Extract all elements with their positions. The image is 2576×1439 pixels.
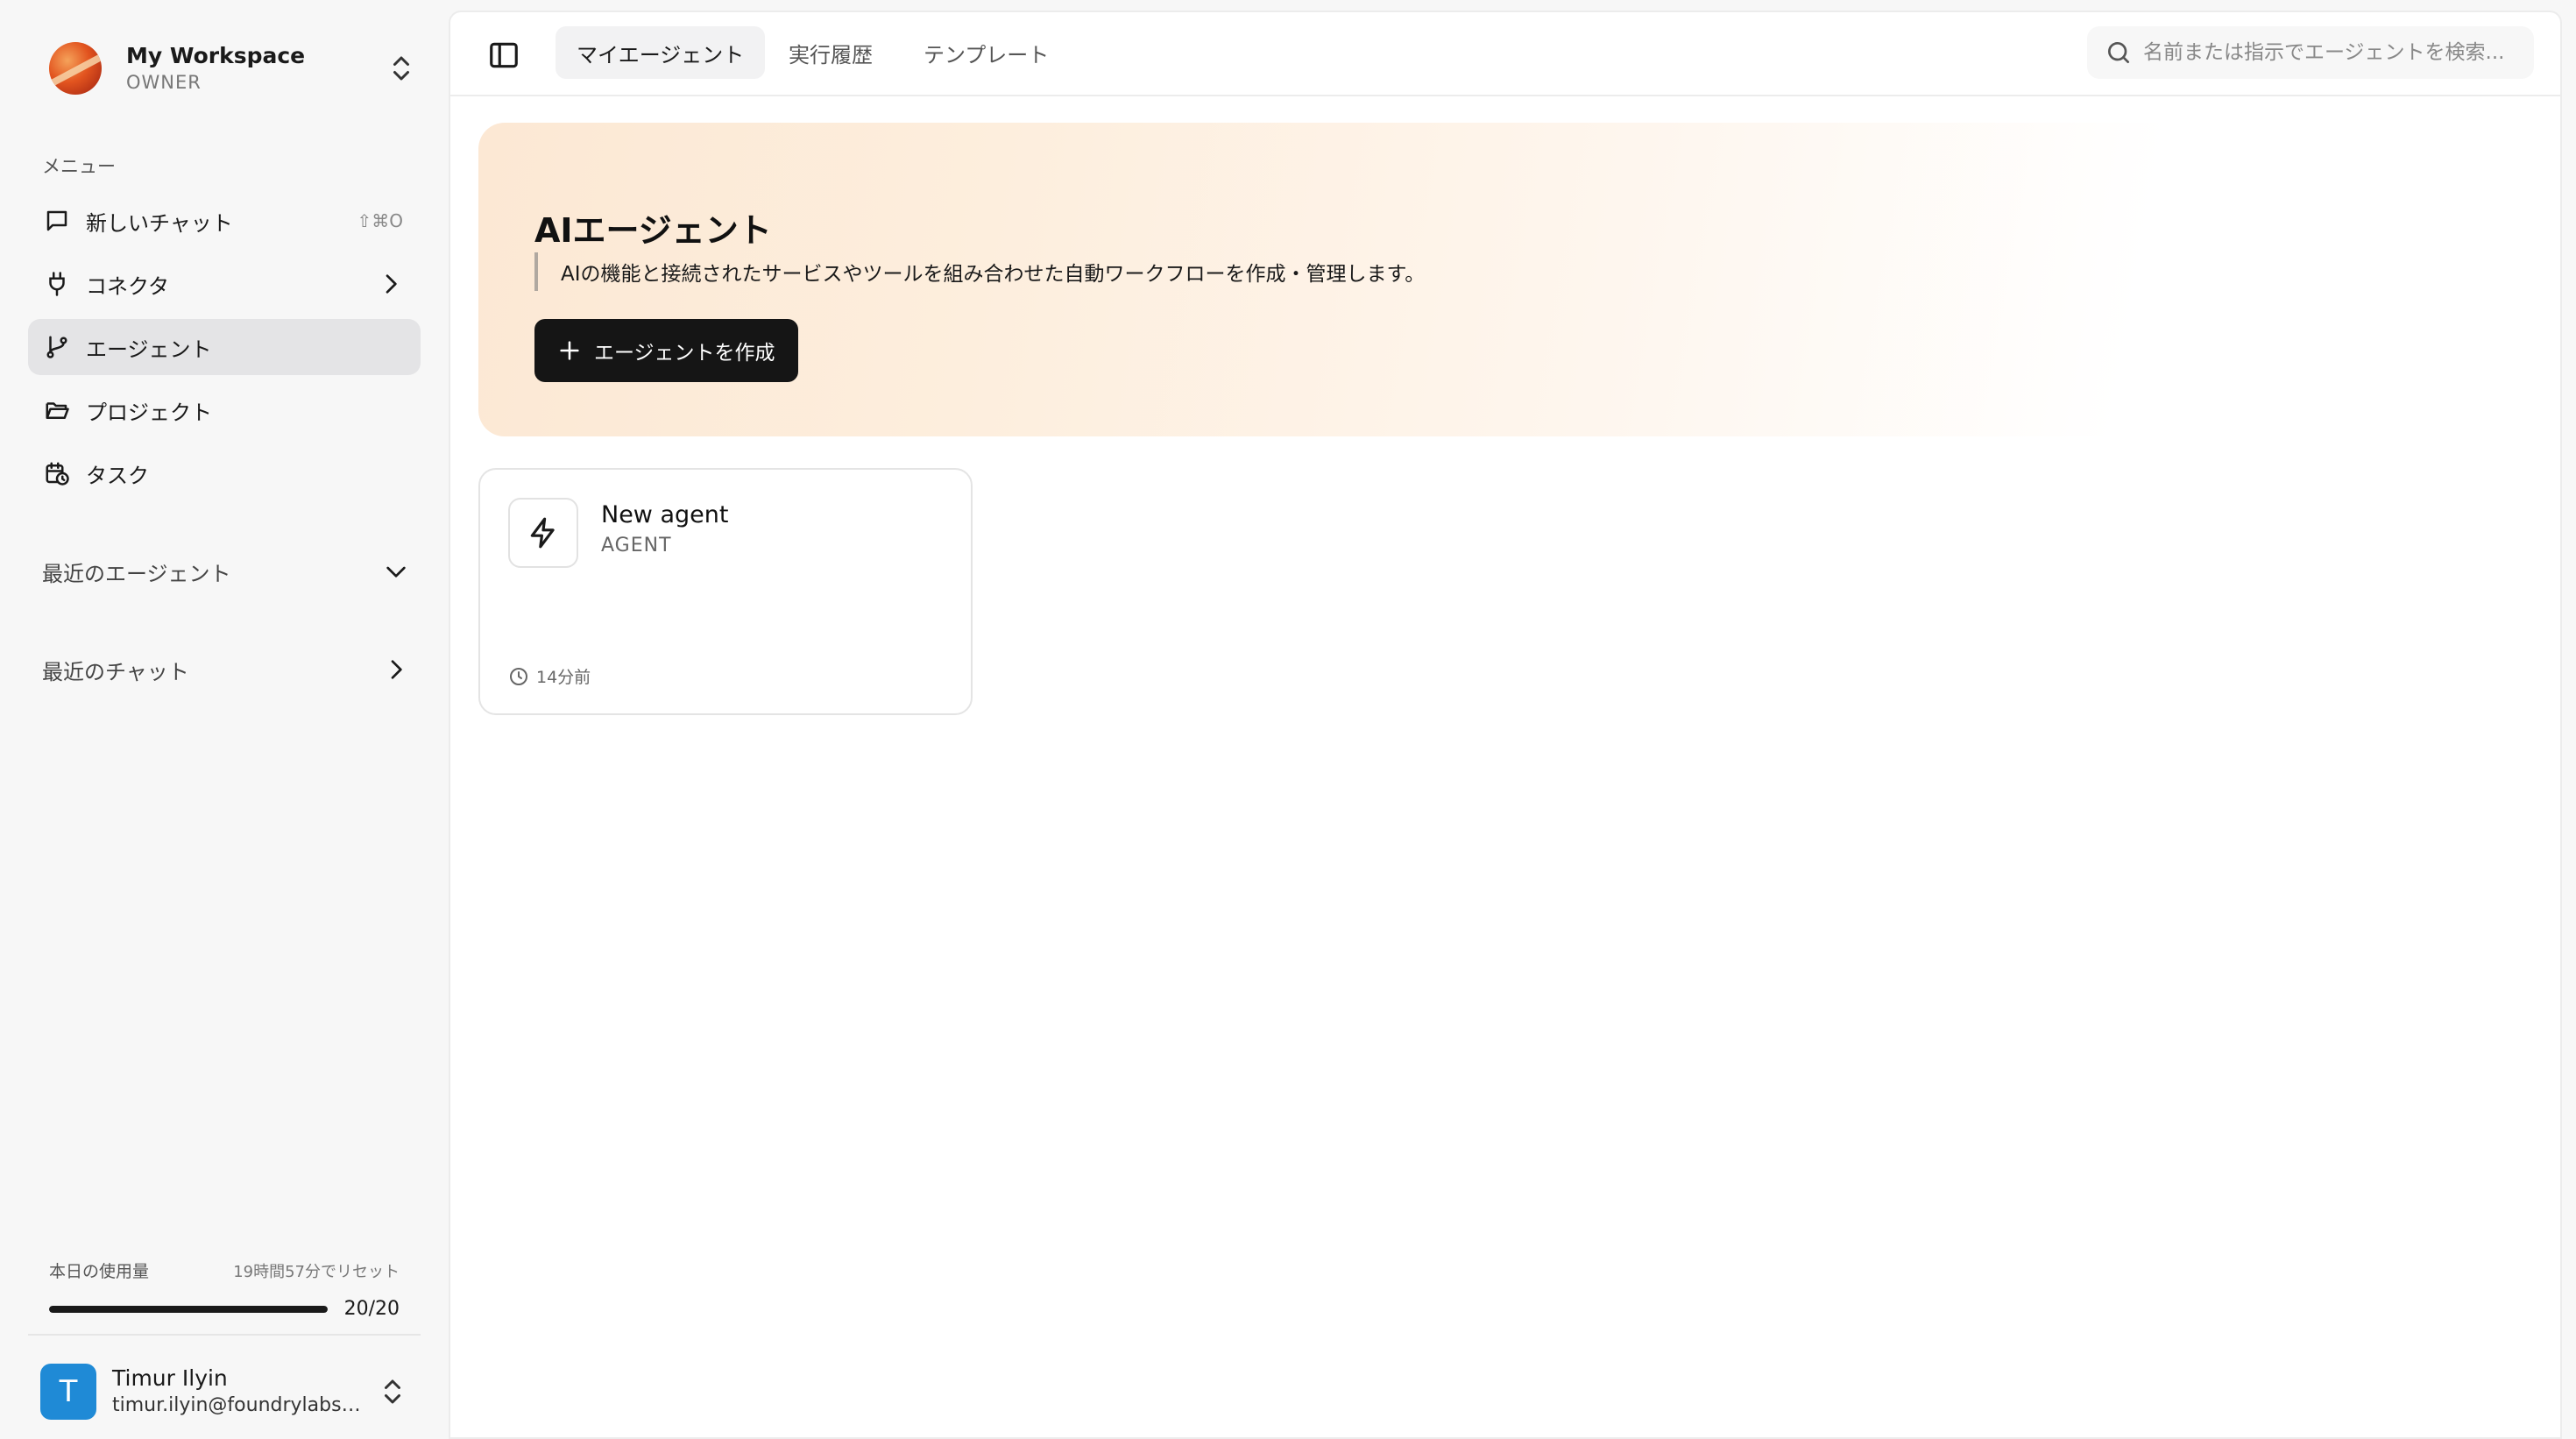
recent-agents-label: 最近のエージェント xyxy=(42,561,231,586)
search-input[interactable] xyxy=(2143,41,2534,64)
chat-bubble-icon xyxy=(42,206,72,236)
agent-time-label: 14分前 xyxy=(536,668,591,687)
create-agent-button[interactable]: エージェントを作成 xyxy=(534,319,798,382)
usage-panel: 本日の使用量 19時間57分でリセット 20/20 xyxy=(49,1258,400,1320)
usage-progress-bar xyxy=(49,1305,328,1313)
plug-icon xyxy=(42,269,72,299)
recent-chats-label: 最近のチャット xyxy=(42,659,189,684)
agent-name: New agent xyxy=(601,501,729,528)
workspace-name: My Workspace xyxy=(126,43,306,68)
page-title: AIエージェント xyxy=(534,211,772,250)
agent-card[interactable]: New agent AGENT 14分前 xyxy=(478,468,973,715)
user-email: timur.ilyin@foundrylabs.c... xyxy=(112,1394,366,1416)
workspace-logo xyxy=(49,42,102,95)
sidebar-item-new-chat[interactable]: 新しいチャット ⇧⌘O xyxy=(28,193,421,249)
usage-count: 20/20 xyxy=(343,1298,400,1320)
branch-icon xyxy=(42,332,72,362)
workspace-role: OWNER xyxy=(126,72,202,93)
page-description: AIの機能と接続されたサービスやツールを組み合わせた自動ワークフローを作成・管理… xyxy=(534,252,1425,291)
usage-label: 本日の使用量 xyxy=(49,1262,150,1281)
calendar-clock-icon xyxy=(42,458,72,488)
sidebar-item-label: プロジェクト xyxy=(86,400,212,425)
plus-icon xyxy=(560,341,579,360)
tab-templates[interactable]: テンプレート xyxy=(902,26,1070,79)
chevron-up-down-icon[interactable] xyxy=(386,53,417,84)
sidebar-divider xyxy=(28,1334,421,1336)
workspace-switcher[interactable]: My Workspace OWNER xyxy=(49,39,417,98)
chevron-right-icon xyxy=(391,660,402,679)
user-menu[interactable]: T Timur Ilyin timur.ilyin@foundrylabs.c.… xyxy=(40,1364,408,1420)
usage-progress-fill xyxy=(49,1305,328,1313)
sidebar-item-label: 新しいチャット xyxy=(86,210,233,236)
sidebar-item-agents[interactable]: エージェント xyxy=(28,319,421,375)
top-bar: マイエージェント 実行履歴 テンプレート xyxy=(450,12,2560,96)
hero-banner: AIエージェント AIの機能と接続されたサービスやツールを組み合わせた自動ワーク… xyxy=(478,123,2537,436)
lightning-icon xyxy=(508,498,578,568)
shortcut-hint: ⇧⌘O xyxy=(357,210,404,231)
chevron-up-down-icon[interactable] xyxy=(377,1376,408,1407)
sidebar: My Workspace OWNER メニュー 新しいチャット ⇧⌘O コネクタ… xyxy=(0,0,447,1439)
sidebar-item-tasks[interactable]: タスク xyxy=(28,445,421,501)
main-panel: マイエージェント 実行履歴 テンプレート AIエージェント AIの機能と接続され… xyxy=(449,11,2562,1439)
tab-run-history[interactable]: 実行履歴 xyxy=(768,26,894,79)
recent-agents-toggle[interactable]: 最近のエージェント xyxy=(42,554,410,589)
sidebar-item-label: エージェント xyxy=(86,337,212,362)
recent-chats-toggle[interactable]: 最近のチャット xyxy=(42,652,410,687)
menu-label: メニュー xyxy=(42,156,116,177)
agent-type: AGENT xyxy=(601,535,672,556)
chevron-right-icon xyxy=(386,274,397,294)
chevron-down-icon xyxy=(386,566,406,578)
user-name: Timur Ilyin xyxy=(112,1365,228,1391)
folder-open-icon xyxy=(42,395,72,425)
sidebar-toggle-icon[interactable] xyxy=(487,39,520,72)
search-icon xyxy=(2108,42,2129,63)
sidebar-item-connectors[interactable]: コネクタ xyxy=(28,256,421,312)
sidebar-item-label: タスク xyxy=(86,463,149,488)
clock-icon xyxy=(510,667,527,685)
search-box[interactable] xyxy=(2087,26,2534,79)
sidebar-item-label: コネクタ xyxy=(86,273,170,299)
tab-my-agents[interactable]: マイエージェント xyxy=(556,26,766,79)
avatar: T xyxy=(40,1364,96,1420)
sidebar-item-projects[interactable]: プロジェクト xyxy=(28,382,421,438)
agent-updated-time: 14分前 xyxy=(508,664,591,688)
usage-reset-text: 19時間57分でリセット xyxy=(233,1262,400,1281)
create-agent-label: エージェントを作成 xyxy=(594,342,775,365)
